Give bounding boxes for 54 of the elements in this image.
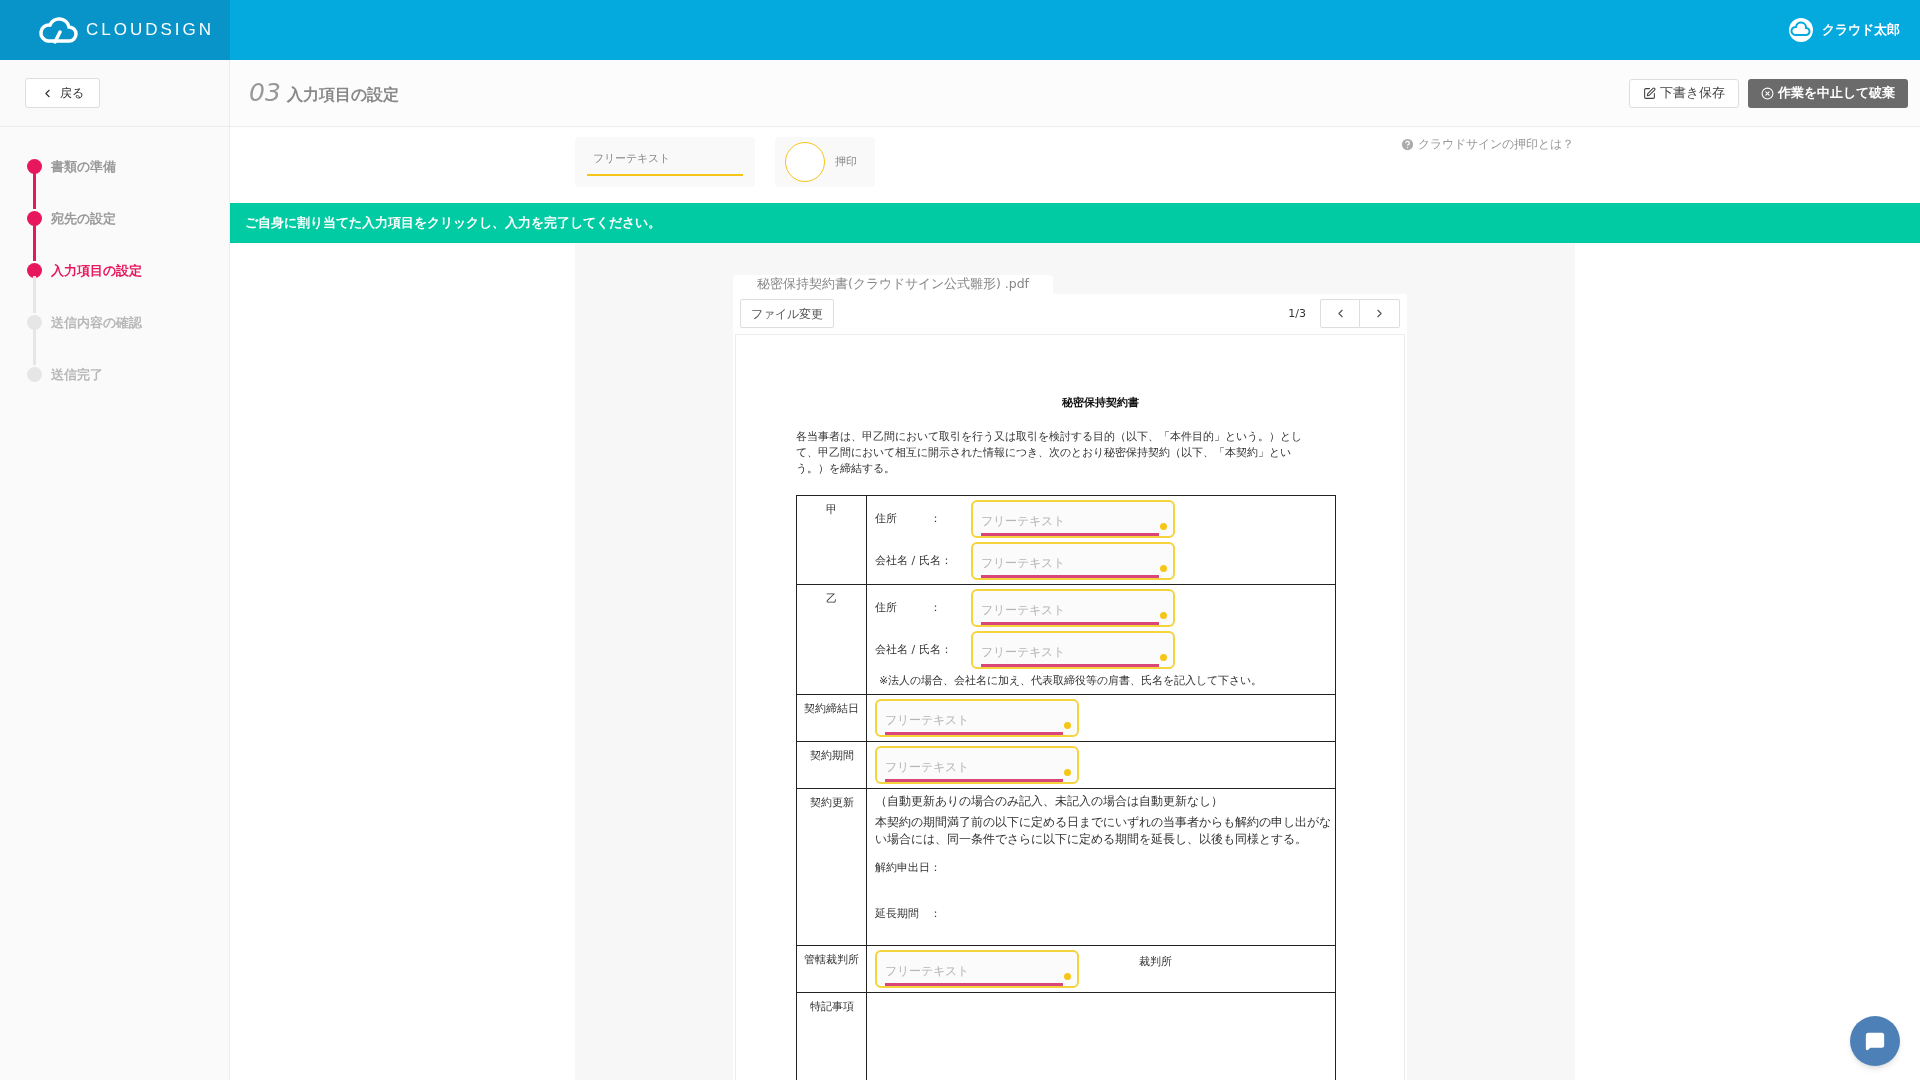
edit-icon (1643, 86, 1656, 100)
blank-label: 延長期間 ： (875, 906, 942, 923)
document-title: 秘密保持契約書 (1060, 394, 1140, 411)
step-label[interactable]: 書類の準備 (51, 157, 116, 177)
free-text-tool[interactable]: フリーテキスト (575, 137, 755, 187)
help-chat-button[interactable] (1850, 1016, 1900, 1066)
back-button[interactable]: 戻る (25, 78, 100, 108)
instruction-banner: ご自身に割り当てた入力項目をクリックし、入力を完了してください。 (230, 203, 1920, 243)
clause-text: （自動更新ありの場合のみ記入、未記入の場合は自動更新なし） (875, 792, 1224, 810)
avatar-icon (1788, 17, 1814, 43)
close-icon (1761, 86, 1774, 100)
step-label[interactable]: 宛先の設定 (51, 209, 116, 229)
input-field[interactable]: フリーテキスト (971, 589, 1175, 628)
field-label: 住所 ： (875, 600, 942, 616)
next-page-button[interactable] (1360, 299, 1400, 329)
row-label: 契約期間 (796, 741, 867, 789)
row-label: 契約更新 (796, 788, 867, 946)
cloud-logo-icon (38, 16, 78, 44)
discard-button[interactable]: 作業を中止して破棄 (1748, 78, 1908, 108)
input-field[interactable]: フリーテキスト (971, 542, 1175, 581)
page-title: 入力項目の設定 (286, 84, 399, 106)
row-label: 契約締結日 (796, 694, 867, 742)
user-name[interactable]: クラウド太郎 (1822, 20, 1900, 40)
input-field[interactable]: フリーテキスト (875, 745, 1079, 784)
field-suffix: 裁判所 (1139, 953, 1172, 970)
row-label: 特記事項 (796, 992, 867, 1080)
blank-label: 解約申出日： (875, 859, 942, 876)
stamp-tool[interactable]: 押印 (775, 137, 875, 187)
field-label: 住所 ： (875, 511, 942, 527)
field-label: 会社名 / 氏名： (875, 642, 953, 658)
row-label: 乙 (796, 584, 867, 695)
intro-text: 各当事者は、甲乙間において取引を行う又は取引を検討する目的（以下、「本件目的」という。）として、甲乙間において相互に開示された情報につき、次のとおり秘密保持契約（以下、「本契約」という。）を締結する。 (796, 429, 1303, 478)
change-file-button[interactable]: ファイル変更 (740, 299, 834, 329)
step-label[interactable]: 送信完了 (51, 365, 103, 385)
note-text: ※法人の場合、会社名に加え、代表取締役等の肩書、氏名を記入して下さい。 (878, 673, 1264, 690)
save-draft-button[interactable]: 下書き保存 (1629, 78, 1739, 108)
input-field[interactable]: フリーテキスト (875, 949, 1079, 988)
input-field[interactable]: フリーテキスト (971, 631, 1175, 670)
chat-help-icon (1865, 1031, 1885, 1051)
file-tab[interactable]: 秘密保持契約書(クラウドサイン公式雛形) .pdf (733, 275, 1053, 294)
help-link[interactable]: クラウドサインの押印とは？ (1400, 135, 1574, 153)
previous-page-button[interactable] (1320, 299, 1360, 329)
help-icon (1400, 136, 1415, 152)
step-number: 03 (249, 77, 281, 110)
page-counter: 1/3 (1288, 305, 1306, 322)
field-label: 会社名 / 氏名： (875, 553, 953, 569)
step-label[interactable]: 入力項目の設定 (51, 261, 142, 281)
step-label[interactable]: 送信内容の確認 (51, 313, 142, 333)
input-field[interactable]: フリーテキスト (875, 698, 1079, 737)
logo-text: CLOUDSIGN (86, 19, 215, 42)
row-label: 管轄裁判所 (796, 945, 867, 993)
row-label: 甲 (796, 495, 867, 585)
input-field[interactable]: フリーテキスト (971, 500, 1175, 539)
clause-text: 本契約の期間満了前の以下に定める日までにいずれの当事者からも解約の申し出がない場合には、同一条件でさらに以下に定める期間を延長し、以後も同様とする。 (875, 813, 1332, 848)
